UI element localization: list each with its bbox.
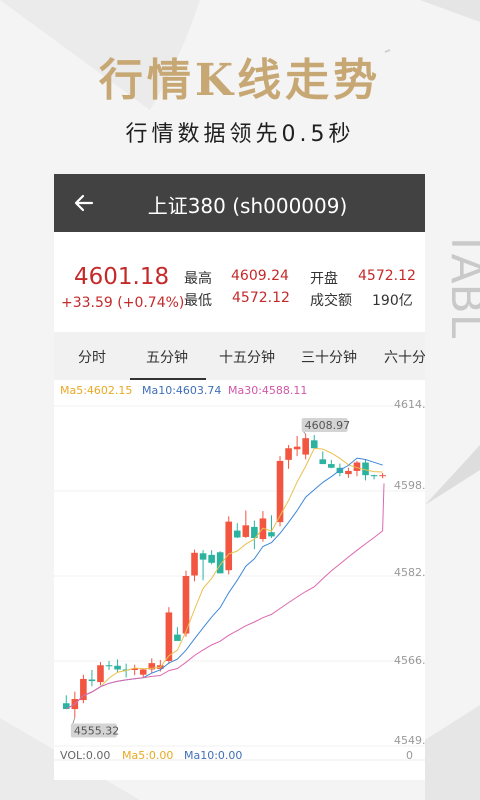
open-value: 4572.12 — [358, 268, 416, 284]
candle-body — [139, 669, 147, 675]
candle-body — [174, 634, 181, 641]
turnover-value: 190亿 — [372, 293, 413, 309]
candle-body — [114, 665, 121, 670]
vol-axis-label: 0 — [406, 749, 413, 762]
candle-body — [97, 665, 104, 683]
current-price: 4601.18 — [74, 264, 170, 290]
period-tabs: 分时 五分钟 十五分钟 三十分钟 六十分 — [54, 332, 425, 380]
vol-legend: VOL:0.00 — [60, 749, 111, 762]
candle-body — [216, 552, 224, 574]
tab-5min[interactable]: 五分钟 — [146, 347, 188, 367]
y-tick-label: 4549.9 — [394, 734, 425, 747]
open-label: 开盘 — [310, 271, 338, 287]
candle-body — [88, 679, 96, 682]
candle-body — [285, 448, 292, 460]
candle-body — [225, 521, 233, 571]
y-tick-label: 4582.1 — [394, 566, 425, 579]
app-bar: 上证380 (sh000009) — [54, 174, 425, 232]
max-price-marker-label: 4608.97 — [305, 419, 351, 432]
vol-ma5-legend: Ma5:0.00 — [122, 749, 174, 762]
turnover-label: 成交额 — [310, 293, 352, 309]
candle-body — [293, 446, 301, 450]
candle-body — [80, 678, 87, 701]
candle-body — [379, 475, 386, 477]
tab-15min[interactable]: 十五分钟 — [219, 347, 275, 367]
candle-body — [345, 470, 352, 475]
high-value: 4609.24 — [231, 268, 289, 284]
candle-body — [370, 475, 378, 477]
high-label: 最高 — [184, 271, 212, 287]
candle-body — [208, 554, 215, 563]
y-tick-label: 4598.2 — [394, 479, 425, 492]
candle-body — [319, 459, 327, 465]
candle-body — [191, 552, 198, 576]
low-label: 最低 — [184, 293, 212, 309]
phone-screen: 上证380 (sh000009) 4601.18 +33.59 (+0.74%)… — [54, 174, 425, 780]
min-price-marker-leader — [72, 717, 76, 724]
tab-60min[interactable]: 六十分 — [384, 347, 425, 367]
side-watermark: TABL — [441, 229, 480, 339]
candle-body — [302, 438, 309, 455]
max-price-marker-leader — [303, 431, 306, 435]
promo-subtitle: 行情数据领先0.5秒 — [125, 122, 355, 147]
price-change: +33.59 (+0.74%) — [61, 295, 185, 311]
kline-chart[interactable]: 4608.97 4555.32 — [54, 380, 425, 780]
min-price-marker-label: 4555.32 — [74, 724, 120, 737]
candle-body — [242, 525, 250, 537]
candle-body — [268, 532, 275, 537]
y-tick-label: 4614.3 — [394, 398, 425, 411]
candle-body — [276, 460, 284, 523]
promo-title: 行情K线走势 — [98, 55, 382, 106]
candle-body — [233, 530, 241, 538]
candle-body — [199, 553, 207, 560]
candle-body — [328, 464, 335, 468]
low-value: 4572.12 — [232, 290, 290, 306]
quote-panel: 4601.18 +33.59 (+0.74%) 最高 4609.24 最低 45… — [54, 240, 425, 332]
tab-30min[interactable]: 三十分钟 — [301, 347, 357, 367]
vol-ma10-legend: Ma10:0.00 — [184, 749, 243, 762]
y-tick-label: 4566.0 — [394, 654, 425, 667]
candle-body — [105, 665, 113, 667]
candle-body — [310, 440, 318, 449]
page-title: 上证380 (sh000009) — [147, 194, 348, 218]
ma5-line — [66, 447, 383, 710]
ma10-line — [66, 457, 383, 710]
tab-intraday[interactable]: 分时 — [78, 347, 106, 367]
